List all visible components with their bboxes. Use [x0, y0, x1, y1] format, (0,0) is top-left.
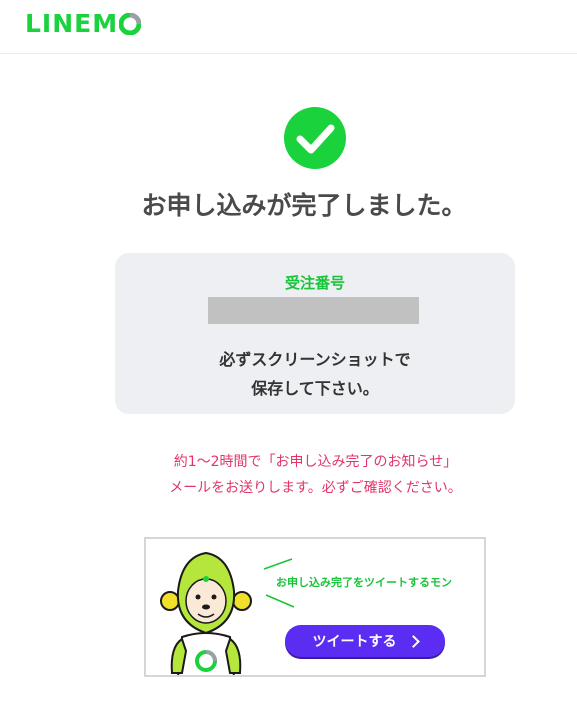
- mail-notice: 約1〜2時間で「お申し込み完了のお知らせ」 メールをお送りします。必ずご確認くだ…: [0, 449, 577, 501]
- order-number-label: 受注番号: [284, 274, 345, 292]
- page-title: お申し込みが完了しました。: [141, 191, 467, 220]
- tweet-button-label: ツイートする: [312, 634, 397, 650]
- tweet-banner: お申し込み完了をツイートするモン ツイートする: [144, 537, 486, 677]
- mail-notice-line1: 約1〜2時間で「お申し込み完了のお知らせ」: [173, 454, 458, 470]
- order-number-redacted: [208, 297, 419, 324]
- tweet-button[interactable]: ツイートする: [285, 625, 445, 657]
- screenshot-notice: 必ずスクリーンショットで 保存して下さい。: [115, 345, 515, 403]
- linemo-logo[interactable]: LINEM: [25, 8, 142, 38]
- order-number-card: 受注番号 必ずスクリーンショットで 保存して下さい。: [115, 253, 515, 414]
- check-circle-icon: [284, 107, 346, 169]
- site-header: LINEM: [0, 0, 577, 54]
- chevron-right-icon: [406, 635, 420, 648]
- logo-text: LINEM: [25, 8, 119, 38]
- screenshot-notice-line2: 保存して下さい。: [251, 379, 379, 398]
- logo-o-icon: [118, 12, 142, 36]
- tweet-caption: お申し込み完了をツイートするモン: [276, 576, 452, 589]
- mascot-illustration: [160, 551, 252, 675]
- screenshot-notice-line1: 必ずスクリーンショットで: [219, 350, 411, 369]
- mail-notice-line2: メールをお送りします。必ずご確認ください。: [169, 480, 462, 496]
